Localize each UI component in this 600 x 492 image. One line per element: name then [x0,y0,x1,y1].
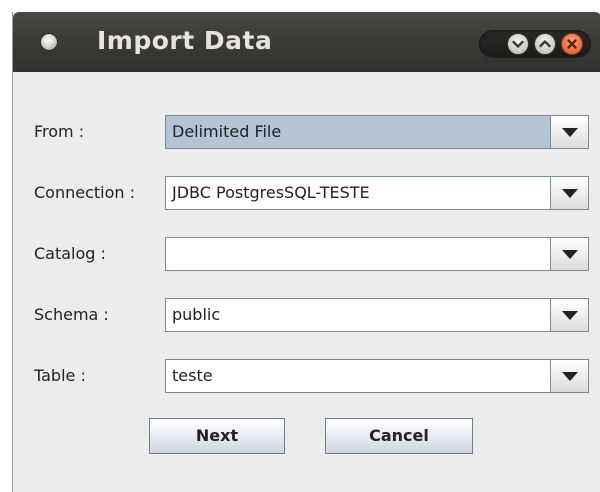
schema-label: Schema : [34,305,109,324]
chevron-down-icon [562,128,578,137]
close-icon [567,39,577,49]
from-dropdown[interactable]: Delimited File [165,115,589,149]
dialog-content: From : Delimited File Connection : JDBC … [13,72,600,492]
catalog-label: Catalog : [34,244,106,263]
table-dropdown[interactable]: teste [165,359,589,393]
chevron-down-icon [562,372,578,381]
cancel-button[interactable]: Cancel [325,418,473,454]
next-button[interactable]: Next [149,418,285,454]
schema-dropdown-button[interactable] [550,299,588,331]
table-label: Table : [34,366,86,385]
chevron-down-icon [562,250,578,259]
minimize-icon [512,40,524,48]
window-title: Import Data [97,26,273,55]
chevron-down-icon [562,311,578,320]
connection-value: JDBC PostgresSQL-TESTE [172,183,370,202]
maximize-icon [539,40,551,48]
from-label: From : [34,122,85,141]
schema-dropdown[interactable]: public [165,298,589,332]
connection-dropdown-button[interactable] [550,177,588,209]
title-bar[interactable]: Import Data [13,12,600,72]
table-dropdown-button[interactable] [550,360,588,392]
from-dropdown-button[interactable] [550,116,588,148]
connection-label: Connection : [34,183,136,202]
chevron-down-icon [562,189,578,198]
window-menu-icon[interactable] [41,34,57,50]
minimize-button[interactable] [507,33,529,55]
catalog-dropdown[interactable] [165,237,589,271]
connection-dropdown[interactable]: JDBC PostgresSQL-TESTE [165,176,589,210]
from-value: Delimited File [172,122,282,141]
import-data-dialog: Import Data From : Delimited File Connec [12,12,600,492]
catalog-dropdown-button[interactable] [550,238,588,270]
close-button[interactable] [561,33,583,55]
table-value: teste [172,366,213,385]
schema-value: public [172,305,221,324]
maximize-button[interactable] [534,33,556,55]
